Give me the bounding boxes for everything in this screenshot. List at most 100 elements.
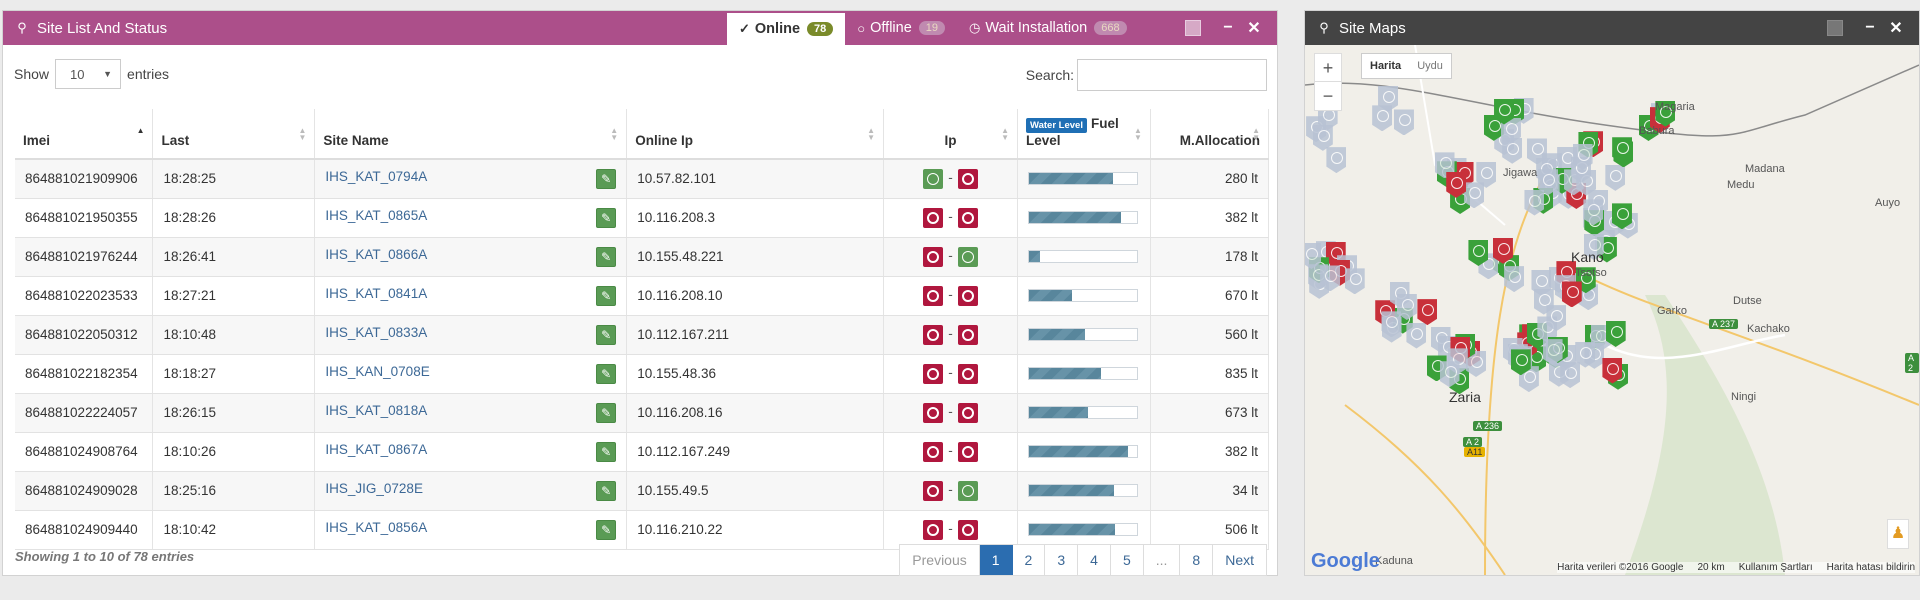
- map-label: Ningi: [1731, 391, 1757, 403]
- water-level-badge[interactable]: Water Level: [1025, 118, 1087, 133]
- edit-icon[interactable]: ✎: [596, 168, 617, 189]
- edit-icon[interactable]: ✎: [596, 480, 617, 501]
- edit-icon[interactable]: ✎: [596, 402, 617, 423]
- table-row[interactable]: 864881022224057 18:26:15 IHS_KAT_0818A ✎ 10.…: [15, 393, 1270, 433]
- table-row[interactable]: 864881024908764 18:10:26 IHS_KAT_0867A ✎ 10.…: [15, 432, 1270, 472]
- site-link[interactable]: IHS_JIG_0728E: [325, 481, 423, 496]
- table-row[interactable]: 864881022182354 18:18:27 IHS_KAN_0708E ✎ 10.…: [15, 354, 1270, 394]
- site-link[interactable]: IHS_KAT_0867A: [325, 442, 427, 457]
- zoom-out-button[interactable]: −: [1315, 82, 1341, 110]
- map-label: Magaria: [1655, 101, 1695, 113]
- fuel-fill: [1028, 329, 1086, 340]
- table-row[interactable]: 864881021950355 18:28:26 IHS_KAT_0865A ✎ 10.…: [15, 198, 1270, 238]
- map-canvas[interactable]: Magaria Babura Jigawa Madana Medu Auyo K…: [1305, 45, 1919, 575]
- site-link[interactable]: IHS_KAT_0866A: [325, 247, 427, 262]
- col-site-name[interactable]: Site Name ▲ ▼: [314, 109, 628, 160]
- table-row[interactable]: 864881022050312 18:10:48 IHS_KAT_0833A ✎ 10.…: [15, 315, 1270, 355]
- page-button[interactable]: 3: [1045, 545, 1079, 575]
- col-online-ip[interactable]: Online Ip ▲ ▼: [626, 109, 885, 160]
- allocation-cell: 382 lt: [1150, 198, 1270, 238]
- entries-select[interactable]: 10 ▼: [55, 59, 122, 89]
- imei-cell: 864881022023533: [15, 276, 154, 316]
- col-imei[interactable]: Imei ▲: [15, 109, 154, 160]
- allocation-cell: 34 lt: [1150, 471, 1270, 511]
- fuel-progress-bar: [1027, 367, 1138, 380]
- road-label: A 236: [1473, 421, 1503, 431]
- tab-online[interactable]: ✓ Online 78: [727, 11, 846, 45]
- tab-label: Offline: [870, 20, 912, 36]
- edit-icon[interactable]: ✎: [596, 363, 617, 384]
- ip-status-icon: [957, 246, 978, 267]
- map-type-uydu[interactable]: Uydu: [1409, 54, 1451, 78]
- fullscreen-button[interactable]: [1185, 20, 1201, 36]
- site-link[interactable]: IHS_KAT_0841A: [325, 286, 427, 301]
- page-button[interactable]: 2: [1012, 545, 1046, 575]
- table-row[interactable]: 864881024909028 18:25:16 IHS_JIG_0728E ✎ 10.…: [15, 471, 1270, 511]
- count-badge: 19: [918, 21, 946, 35]
- online-ip-cell: 10.155.49.5: [626, 471, 885, 511]
- table-row[interactable]: 864881021976244 18:26:41 IHS_KAT_0866A ✎ 10.…: [15, 237, 1270, 277]
- map-label: Dutse: [1733, 295, 1762, 307]
- table-row[interactable]: 864881022023533 18:27:21 IHS_KAT_0841A ✎ 10.…: [15, 276, 1270, 316]
- site-name-cell: IHS_KAT_0866A ✎: [314, 237, 628, 277]
- tab-wait-installation[interactable]: ◷ Wait Installation 668: [957, 11, 1139, 45]
- close-button[interactable]: ✕: [1883, 18, 1909, 38]
- terms-link[interactable]: Kullanım Şartları: [1739, 562, 1813, 573]
- ip-status-icon: [957, 324, 978, 345]
- tab-label: Wait Installation: [985, 20, 1088, 36]
- site-link[interactable]: IHS_KAT_0818A: [325, 403, 427, 418]
- site-link[interactable]: IHS_KAN_0708E: [325, 364, 429, 379]
- col-label: Ip: [944, 133, 957, 148]
- col-fuel-level[interactable]: Water Level Fuel Level ▲ ▼: [1017, 109, 1151, 160]
- zoom-in-button[interactable]: +: [1315, 54, 1341, 82]
- page-button[interactable]: 1: [979, 545, 1013, 575]
- imei-cell: 864881024908764: [15, 432, 154, 472]
- edit-icon[interactable]: ✎: [596, 441, 617, 462]
- report-error-link[interactable]: Harita hatası bildirin: [1827, 562, 1915, 573]
- col-ip[interactable]: Ip ▲ ▼: [883, 109, 1018, 160]
- site-link[interactable]: IHS_KAT_0794A: [325, 169, 427, 184]
- next-button[interactable]: Next: [1213, 545, 1266, 575]
- count-badge: 78: [807, 22, 834, 36]
- site-name-cell: IHS_KAT_0833A ✎: [314, 315, 628, 355]
- map-label: Zaria: [1449, 389, 1481, 405]
- tab-offline[interactable]: ○ Offline 19: [845, 11, 957, 45]
- online-ip-cell: 10.57.82.101: [626, 159, 885, 199]
- ip-status-cell: -: [883, 354, 1018, 394]
- previous-button[interactable]: Previous: [900, 545, 980, 575]
- search-input[interactable]: [1077, 59, 1267, 91]
- edit-icon[interactable]: ✎: [596, 207, 617, 228]
- map-pin-icon: ⚲: [1319, 20, 1329, 35]
- site-link[interactable]: IHS_KAT_0865A: [325, 208, 427, 223]
- ip-status-cell: -: [883, 315, 1018, 355]
- site-link[interactable]: IHS_KAT_0856A: [325, 520, 427, 535]
- minimize-button[interactable]: −: [1215, 19, 1241, 37]
- street-view-icon[interactable]: ♟: [1887, 519, 1909, 549]
- col-last[interactable]: Last ▲ ▼: [152, 109, 316, 160]
- allocation-cell: 382 lt: [1150, 432, 1270, 472]
- imei-cell: 864881022224057: [15, 393, 154, 433]
- col-allocation[interactable]: M.Allocation ▲ ▼: [1150, 109, 1270, 160]
- separator: -: [948, 521, 953, 537]
- col-label: Site Name: [323, 133, 389, 148]
- edit-icon[interactable]: ✎: [596, 285, 617, 306]
- ip-status-icon: [957, 168, 978, 189]
- site-map-panel: ⚲ Site Maps − ✕ Magaria Babura Jigawa Ma…: [1304, 10, 1920, 576]
- page-button[interactable]: 4: [1078, 545, 1111, 575]
- edit-icon[interactable]: ✎: [596, 324, 617, 345]
- last-cell: 18:25:16: [152, 471, 316, 511]
- map-type-harita[interactable]: Harita: [1362, 54, 1409, 78]
- minimize-button[interactable]: −: [1857, 19, 1883, 37]
- fullscreen-button[interactable]: [1827, 20, 1843, 36]
- sort-icon: ▲ ▼: [867, 126, 876, 142]
- page-button[interactable]: 5: [1110, 545, 1144, 575]
- map-label: Medu: [1727, 179, 1755, 191]
- edit-icon[interactable]: ✎: [596, 246, 617, 267]
- edit-icon[interactable]: ✎: [596, 519, 617, 540]
- close-button[interactable]: ✕: [1241, 18, 1267, 38]
- table-row[interactable]: 864881021909906 18:28:25 IHS_KAT_0794A ✎ 10.…: [15, 159, 1270, 199]
- entries-control: Show 10 ▼ entries: [14, 59, 169, 89]
- site-link[interactable]: IHS_KAT_0833A: [325, 325, 427, 340]
- page-button[interactable]: 8: [1180, 545, 1214, 575]
- online-ip-cell: 10.155.48.36: [626, 354, 885, 394]
